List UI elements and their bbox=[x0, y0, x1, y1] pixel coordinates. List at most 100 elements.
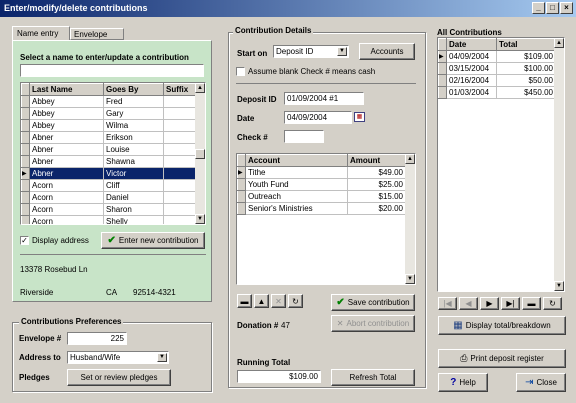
name-row-cell: Acorn bbox=[29, 215, 104, 224]
start-on-select[interactable]: Deposit ID ▼ bbox=[273, 45, 349, 58]
col-account[interactable]: Account bbox=[245, 154, 348, 167]
col-amount[interactable]: Amount bbox=[347, 154, 406, 167]
row-indicator[interactable] bbox=[21, 95, 30, 108]
scroll-down-arrow-icon[interactable]: ▼ bbox=[405, 274, 415, 284]
name-row[interactable]: Acorn Sharon bbox=[21, 203, 198, 216]
name-row[interactable]: Abner Louise bbox=[21, 143, 198, 156]
accounts-button[interactable]: Accounts bbox=[359, 43, 415, 60]
contribution-row[interactable]: 02/16/2004 $50.00 bbox=[438, 74, 556, 87]
row-indicator[interactable] bbox=[21, 215, 30, 224]
nav-last-button[interactable]: ▶| bbox=[501, 297, 520, 310]
help-button[interactable]: ? Help bbox=[438, 373, 488, 392]
address-to-select[interactable]: Husband/Wife ▼ bbox=[67, 351, 169, 364]
col-total[interactable]: Total bbox=[496, 38, 556, 51]
refresh-total-button[interactable]: Refresh Total bbox=[331, 369, 415, 386]
scroll-down-arrow-icon[interactable]: ▼ bbox=[554, 281, 564, 291]
row-indicator[interactable] bbox=[237, 178, 246, 191]
check-number-input[interactable] bbox=[284, 130, 324, 143]
assume-blank-check-checkbox[interactable] bbox=[236, 67, 245, 76]
row-indicator-header bbox=[438, 38, 447, 51]
row-indicator[interactable]: ▶ bbox=[21, 167, 30, 180]
nav-next-button[interactable]: ▶ bbox=[480, 297, 499, 310]
scroll-up-arrow-icon[interactable]: ▲ bbox=[405, 154, 415, 164]
maximize-button[interactable]: □ bbox=[546, 2, 559, 14]
col-date[interactable]: Date bbox=[446, 38, 497, 51]
name-row[interactable]: ▶ Abner Victor bbox=[21, 167, 198, 180]
col-goes-by[interactable]: Goes By bbox=[103, 83, 164, 96]
account-row[interactable]: Youth Fund $25.00 bbox=[237, 178, 406, 191]
account-row[interactable]: Senior's Ministries $20.00 bbox=[237, 202, 406, 215]
col-last-name[interactable]: Last Name bbox=[29, 83, 104, 96]
minimize-button[interactable]: _ bbox=[532, 2, 545, 14]
dropdown-arrow-icon[interactable]: ▼ bbox=[337, 47, 347, 56]
name-row-cell: Wilma bbox=[103, 119, 164, 132]
all-contributions-scrollbar[interactable]: ▲ ▼ bbox=[554, 38, 564, 291]
name-search-input[interactable] bbox=[20, 64, 204, 77]
nav-first-button[interactable]: |◀ bbox=[438, 297, 457, 310]
display-total-breakdown-button[interactable]: ▦ Display total/breakdown bbox=[438, 316, 566, 335]
nav-delete-record-button[interactable]: ▬ bbox=[522, 297, 541, 310]
row-indicator[interactable] bbox=[237, 190, 246, 203]
name-row[interactable]: Abner Shawna bbox=[21, 155, 198, 168]
scroll-up-arrow-icon[interactable]: ▲ bbox=[554, 38, 564, 48]
row-indicator[interactable] bbox=[21, 143, 30, 156]
col-suffix[interactable]: Suffix bbox=[163, 83, 198, 96]
row-indicator[interactable] bbox=[21, 155, 30, 168]
deposit-id-label: Deposit ID bbox=[237, 95, 277, 104]
enter-new-contribution-button[interactable]: ✔ Enter new contribution bbox=[101, 232, 205, 249]
scroll-thumb[interactable] bbox=[195, 149, 205, 159]
row-indicator[interactable]: ▶ bbox=[237, 166, 246, 179]
nav-prior-button[interactable]: ◀ bbox=[459, 297, 478, 310]
name-row[interactable]: Abner Erikson bbox=[21, 131, 198, 144]
names-grid[interactable]: Last Name Goes By Suffix Abbey Fred Abbey G… bbox=[20, 82, 206, 225]
account-row[interactable]: Outreach $15.00 bbox=[237, 190, 406, 203]
contribution-row[interactable]: 03/15/2004 $100.00 bbox=[438, 62, 556, 75]
row-indicator[interactable] bbox=[21, 203, 30, 216]
nav-refresh-record-button[interactable]: ↻ bbox=[543, 297, 562, 310]
close-button[interactable]: ⇥ Close bbox=[516, 373, 566, 392]
contribution-row[interactable]: 01/03/2004 $450.00 bbox=[438, 86, 556, 99]
name-row[interactable]: Acorn Daniel bbox=[21, 191, 198, 204]
date-input[interactable]: 04/09/2004 bbox=[284, 111, 352, 124]
name-row[interactable]: Abbey Gary bbox=[21, 107, 198, 120]
abort-contribution-button[interactable]: ✕ Abort contribution bbox=[331, 315, 415, 332]
print-deposit-register-button[interactable]: ⎙ Print deposit register bbox=[438, 349, 566, 368]
name-row-cell bbox=[163, 179, 198, 192]
names-scrollbar[interactable]: ▲ ▼ bbox=[195, 83, 205, 224]
row-indicator[interactable] bbox=[21, 107, 30, 120]
accounts-grid[interactable]: Account Amount ▶ Tithe $49.00 Youth Fund $25… bbox=[236, 153, 416, 285]
row-indicator[interactable] bbox=[21, 131, 30, 144]
set-review-pledges-button[interactable]: Set or review pledges bbox=[67, 369, 171, 386]
row-indicator[interactable]: ▶ bbox=[438, 50, 447, 63]
display-address-checkbox[interactable]: ✓ bbox=[20, 236, 29, 245]
nav-delete-button[interactable]: ▬ bbox=[237, 294, 252, 308]
contribution-row[interactable]: ▶ 04/09/2004 $109.00 bbox=[438, 50, 556, 63]
accounts-scrollbar[interactable]: ▲ ▼ bbox=[405, 154, 415, 284]
nav-insert-button[interactable]: ▲ bbox=[254, 294, 269, 308]
dropdown-arrow-icon[interactable]: ▼ bbox=[157, 353, 167, 362]
scroll-up-arrow-icon[interactable]: ▲ bbox=[195, 83, 205, 93]
name-row[interactable]: Abbey Wilma bbox=[21, 119, 198, 132]
name-row[interactable]: Abbey Fred bbox=[21, 95, 198, 108]
row-indicator[interactable] bbox=[237, 202, 246, 215]
row-indicator[interactable] bbox=[438, 62, 447, 75]
save-contribution-button[interactable]: ✔ Save contribution bbox=[331, 294, 415, 311]
all-contributions-grid[interactable]: Date Total ▶ 04/09/2004 $109.00 03/15/2004 $… bbox=[437, 37, 565, 292]
tab-name-entry[interactable]: Name entry bbox=[12, 26, 70, 40]
calendar-icon[interactable]: ▦ bbox=[354, 112, 365, 122]
row-indicator[interactable] bbox=[21, 179, 30, 192]
deposit-id-input[interactable]: 01/09/2004 #1 bbox=[284, 92, 364, 105]
close-window-button[interactable]: × bbox=[560, 2, 573, 14]
name-row[interactable]: Acorn Shelly bbox=[21, 215, 198, 224]
scroll-down-arrow-icon[interactable]: ▼ bbox=[195, 214, 205, 224]
nav-edit-button[interactable]: ✕ bbox=[271, 294, 286, 308]
row-indicator[interactable] bbox=[438, 86, 447, 99]
row-indicator[interactable] bbox=[21, 119, 30, 132]
row-indicator[interactable] bbox=[21, 191, 30, 204]
nav-refresh-button[interactable]: ↻ bbox=[288, 294, 303, 308]
name-row[interactable]: Acorn Cliff bbox=[21, 179, 198, 192]
tab-envelope-entry[interactable]: Envelope entry bbox=[70, 28, 124, 48]
envelope-input[interactable]: 225 bbox=[67, 332, 127, 345]
row-indicator[interactable] bbox=[438, 74, 447, 87]
account-row[interactable]: ▶ Tithe $49.00 bbox=[237, 166, 406, 179]
